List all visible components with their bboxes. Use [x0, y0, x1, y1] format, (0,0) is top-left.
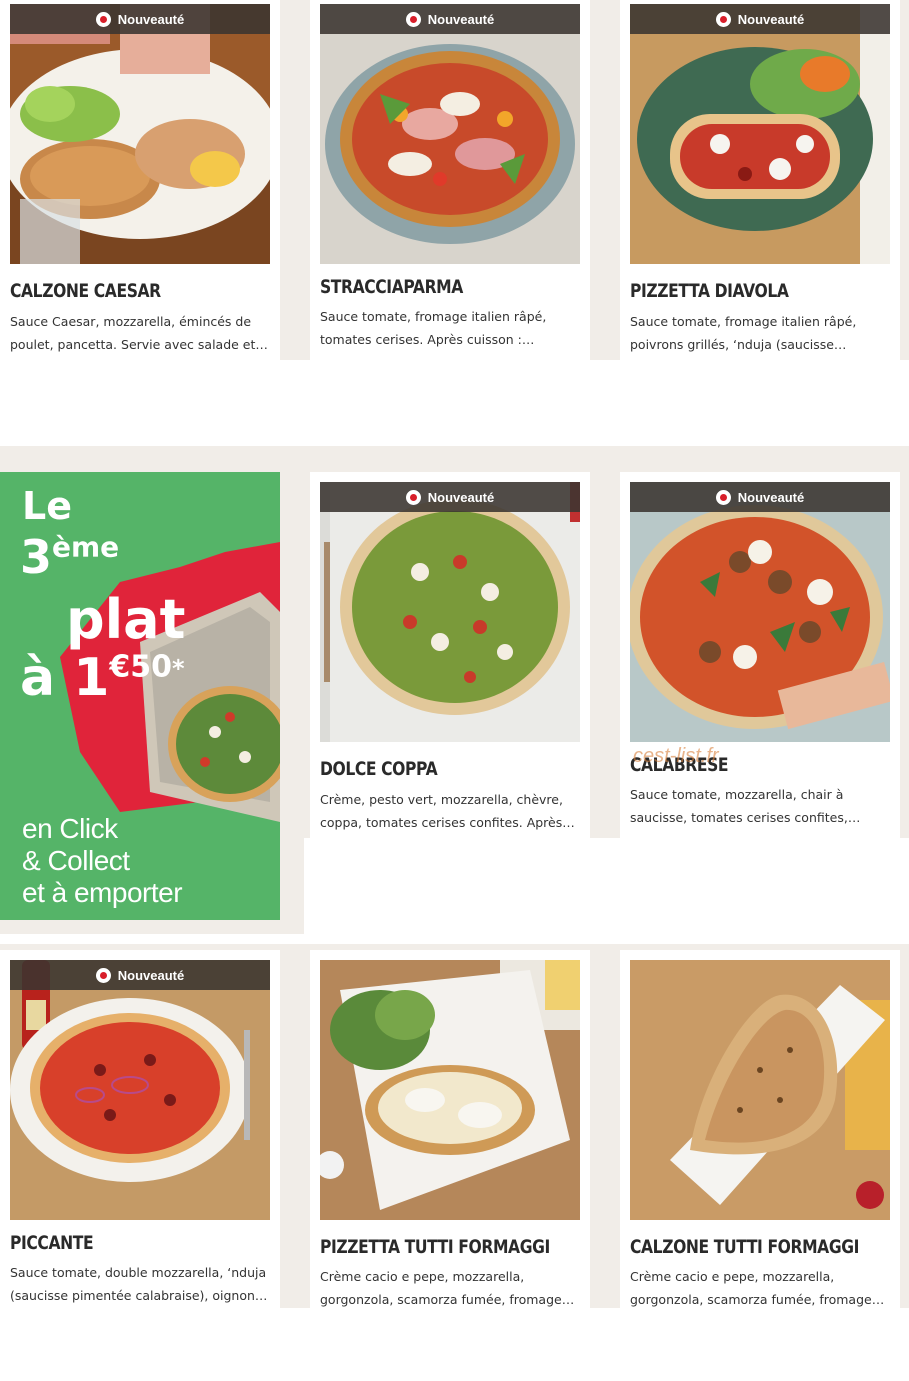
calzone-tutti-formaggi-photo	[630, 960, 890, 1220]
promo-price: à 1€50*	[20, 648, 185, 708]
card-title: PIZZETTA DIAVOLA	[630, 280, 789, 302]
card-title: CALZONE TUTTI FORMAGGI	[630, 1236, 859, 1258]
menu-card-pizzetta-tutti-formaggi[interactable]: PIZZETTA TUTTI FORMAGGI Crème cacio e pe…	[310, 950, 590, 1308]
card-title: STRACCIAPARMA	[320, 276, 463, 298]
watermark: cest-list.fr	[633, 745, 719, 767]
new-dot-icon	[95, 967, 111, 983]
menu-card-dolce-coppa[interactable]: Nouveauté DOLCE COPPA Crème, pesto vert,…	[310, 472, 590, 838]
card-title: DOLCE COPPA	[320, 758, 438, 780]
card-description: Crème cacio e pepe, mozzarella, gorgonzo…	[320, 1269, 575, 1307]
card-description: Crème cacio e pepe, mozzarella, gorgonzo…	[630, 1269, 885, 1307]
promo-number: 3ème	[20, 530, 120, 584]
menu-card-calabrese[interactable]: Nouveauté CALABRESE Sauce tomate, mozzar…	[620, 472, 900, 838]
empty-area	[304, 838, 909, 934]
new-badge: Nouveauté	[320, 482, 580, 512]
new-dot-icon	[95, 11, 111, 27]
card-description: Sauce tomate, fromage italien râpé, poiv…	[630, 314, 857, 352]
promo-click: en Click	[22, 813, 118, 844]
stracciaparma-photo: Nouveauté	[320, 4, 580, 264]
new-dot-icon	[715, 489, 731, 505]
promo-le: Le	[22, 484, 72, 528]
menu-card-calzone-caesar[interactable]: Nouveauté CALZONE CAESAR Sauce Caesar, m…	[0, 0, 280, 360]
card-description: Sauce tomate, mozzarella, chair à saucis…	[630, 787, 861, 825]
piccante-photo: Nouveauté	[10, 960, 270, 1220]
card-description: Sauce tomate, fromage italien râpé, toma…	[320, 309, 547, 347]
new-dot-icon	[715, 11, 731, 27]
pizzetta-diavola-photo: Nouveauté	[630, 4, 890, 264]
menu-card-stracciaparma[interactable]: Nouveauté STRACCIAPARMA Sauce tomate, fr…	[310, 0, 590, 360]
card-title: CALZONE CAESAR	[10, 280, 161, 302]
new-dot-icon	[405, 489, 421, 505]
new-badge: Nouveauté	[630, 4, 890, 34]
promo-collect: & Collect	[22, 845, 130, 876]
new-badge: Nouveauté	[10, 4, 270, 34]
card-title: PICCANTE	[10, 1232, 94, 1254]
card-description: Crème, pesto vert, mozzarella, chèvre, c…	[320, 792, 575, 830]
menu-card-calzone-tutti-formaggi[interactable]: CALZONE TUTTI FORMAGGI Crème cacio e pep…	[620, 950, 900, 1308]
promo-banner-third-dish[interactable]: Le 3ème plat à 1€50* en Click & Collect …	[0, 472, 280, 920]
menu-card-pizzetta-diavola[interactable]: Nouveauté PIZZETTA DIAVOLA Sauce tomate,…	[620, 0, 900, 360]
new-badge: Nouveauté	[320, 4, 580, 34]
promo-emporter: et à emporter	[22, 877, 183, 908]
card-description: Sauce Caesar, mozzarella, émincés de pou…	[10, 314, 268, 352]
pizzetta-tutti-formaggi-photo	[320, 960, 580, 1220]
new-dot-icon	[405, 11, 421, 27]
dolce-coppa-photo: Nouveauté	[320, 482, 580, 742]
new-badge: Nouveauté	[630, 482, 890, 512]
promo-plat: plat	[66, 588, 186, 651]
card-description: Sauce tomate, double mozzarella, ‘nduja …	[10, 1265, 268, 1303]
card-title: PIZZETTA TUTTI FORMAGGI	[320, 1236, 550, 1258]
new-badge: Nouveauté	[10, 960, 270, 990]
menu-card-piccante[interactable]: Nouveauté PICCANTE Sauce tomate, double …	[0, 950, 280, 1308]
calzone-caesar-photo: Nouveauté	[10, 4, 270, 264]
calabrese-photo: Nouveauté	[630, 482, 890, 742]
